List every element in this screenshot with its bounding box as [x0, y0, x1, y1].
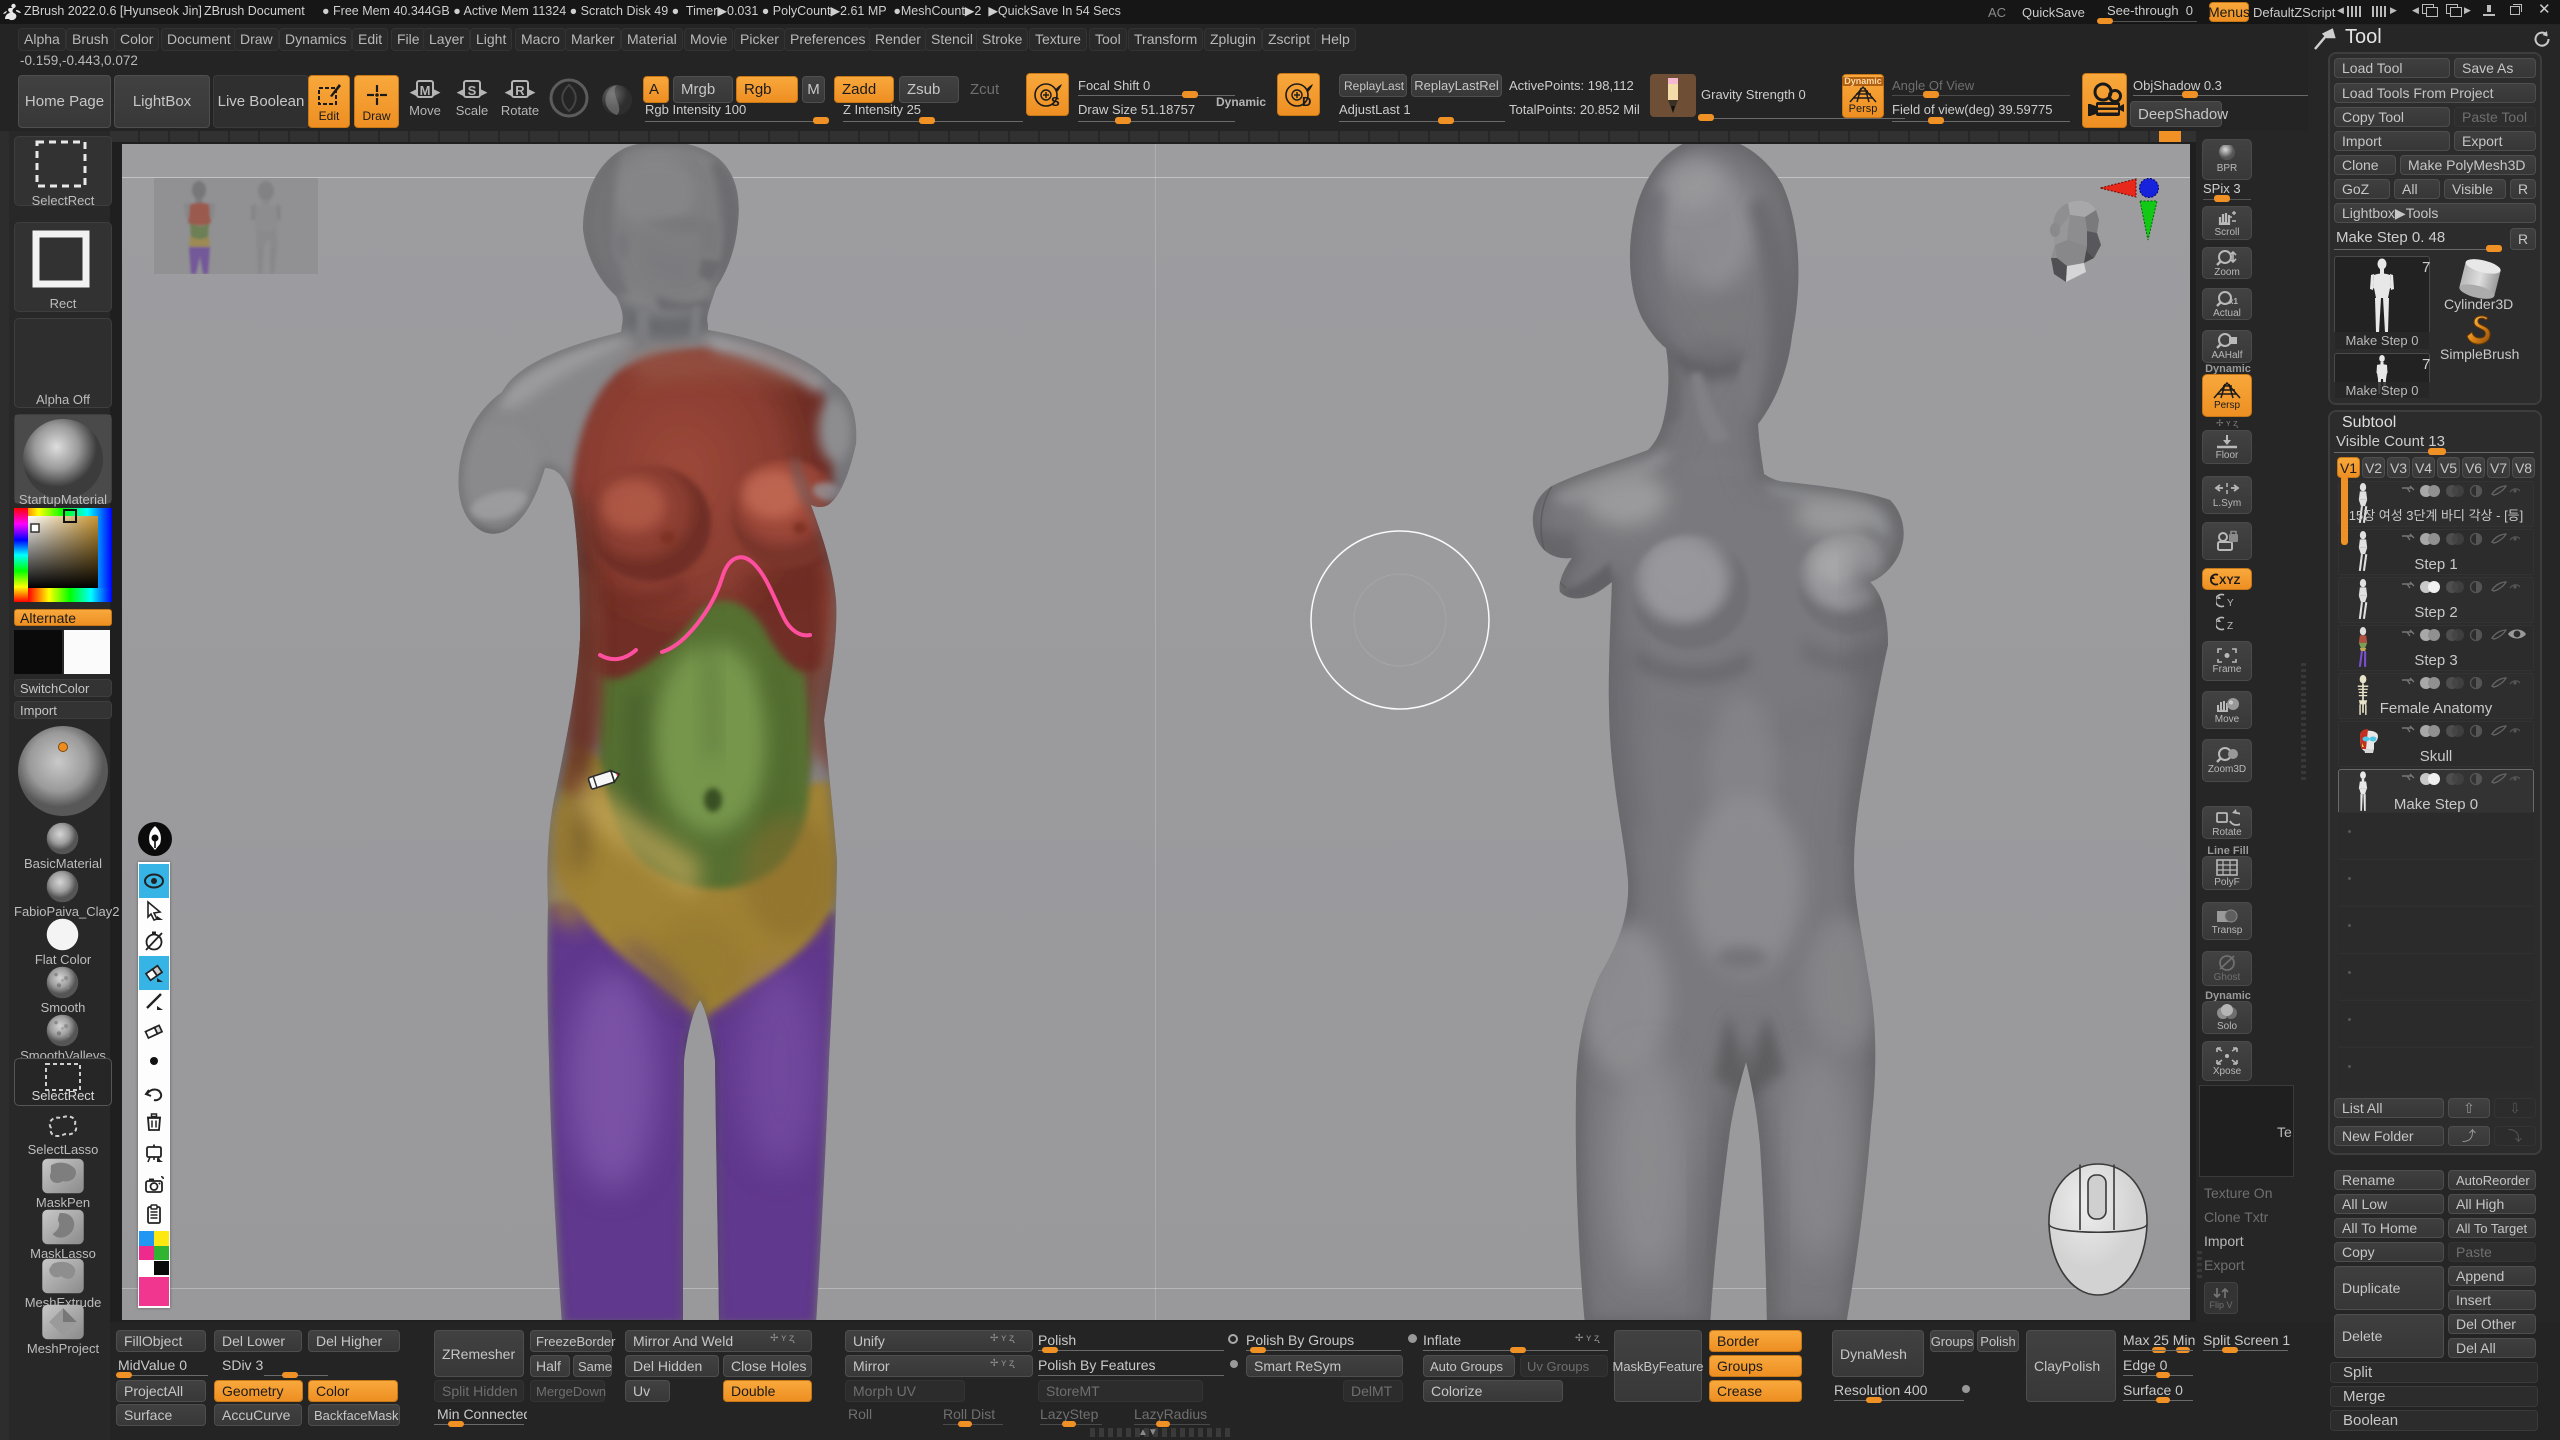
svg-text:S: S: [1051, 94, 1060, 109]
svg-text:XYZ: XYZ: [2219, 575, 2241, 587]
svg-text:x1: x1: [2229, 297, 2238, 306]
svg-text:D: D: [1302, 94, 1311, 109]
svg-text:Y: Y: [2227, 598, 2234, 609]
svg-text:Z: Z: [2227, 621, 2233, 632]
